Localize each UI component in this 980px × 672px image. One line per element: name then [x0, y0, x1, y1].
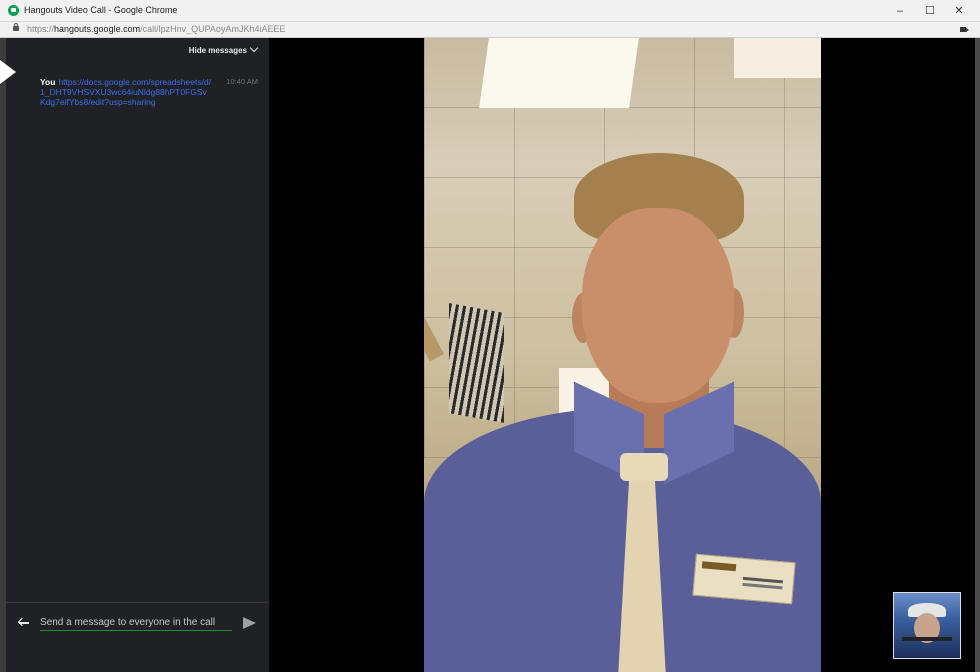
self-view-headset: [902, 637, 952, 641]
url-text[interactable]: https://hangouts.google.com/call/lpzHnv_…: [27, 24, 285, 34]
hide-messages-button[interactable]: Hide messages: [188, 43, 259, 55]
lock-icon: [13, 23, 19, 31]
hide-messages-label: Hide messages: [188, 46, 247, 55]
close-button[interactable]: ✕: [948, 2, 970, 20]
hangouts-icon: [8, 5, 19, 16]
send-icon[interactable]: [243, 617, 256, 629]
window-titlebar: Hangouts Video Call - Google Chrome – ☐ …: [0, 0, 980, 22]
url-path: /call/lpzHnv_QUPAoyAmJKh4iAEEE: [140, 24, 286, 34]
address-bar[interactable]: https://hangouts.google.com/call/lpzHnv_…: [0, 22, 980, 38]
maximize-button[interactable]: ☐: [919, 2, 941, 20]
face: [582, 208, 734, 403]
ceiling-light: [479, 38, 639, 108]
badge-line: [742, 576, 784, 584]
message-input[interactable]: [40, 614, 232, 631]
chat-message: You https://docs.google.com/spreadsheets/…: [40, 77, 260, 107]
ceiling-light: [734, 38, 821, 78]
name-badge: [692, 553, 796, 605]
url-scheme: https://: [27, 24, 55, 34]
message-sender: You: [40, 77, 56, 87]
minimize-button[interactable]: –: [889, 2, 911, 20]
camera-icon[interactable]: [960, 27, 969, 32]
message-time: 10:40 AM: [226, 77, 258, 86]
ceiling-vent: [449, 303, 504, 423]
message-link[interactable]: https://docs.google.com/spreadsheets/d/1…: [40, 77, 211, 107]
window-title: Hangouts Video Call - Google Chrome: [24, 5, 178, 15]
badge-line: [742, 582, 783, 590]
message-compose: [6, 602, 269, 672]
badge-logo: [701, 561, 737, 572]
message-body: You https://docs.google.com/spreadsheets/…: [40, 77, 212, 107]
chevron-down-icon: [249, 43, 259, 53]
arrow-left-icon[interactable]: [18, 617, 30, 629]
tie-knot: [620, 453, 668, 481]
participant-video: [424, 38, 821, 672]
right-edge: [975, 38, 980, 672]
main-video-area[interactable]: [269, 38, 975, 672]
mouse-pointer-icon: [0, 60, 16, 84]
chat-panel: Hide messages You https://docs.google.com…: [6, 38, 269, 672]
url-host: hangouts.google.com: [54, 24, 141, 34]
self-view-thumbnail[interactable]: [893, 592, 961, 659]
